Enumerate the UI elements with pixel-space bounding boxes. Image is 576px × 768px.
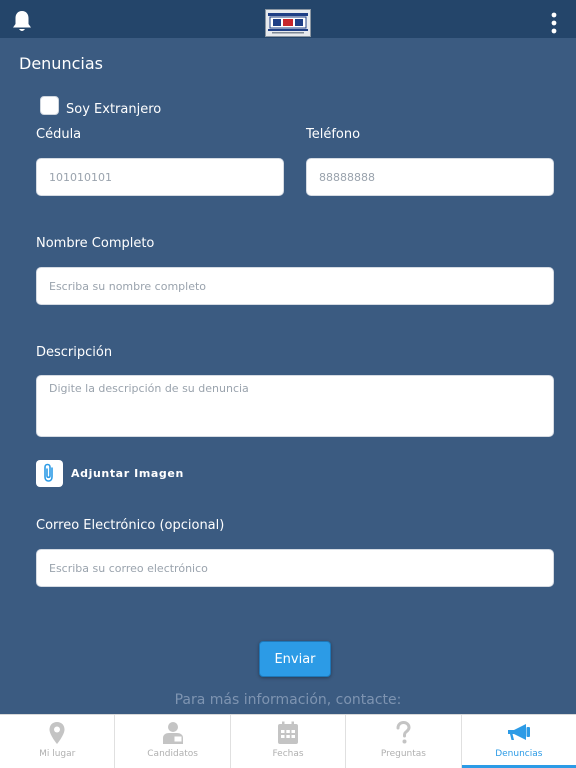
tab-label: Mi lugar [39,749,76,759]
page-title: Denuncias [19,54,103,73]
question-icon [396,721,411,744]
cedula-input[interactable] [36,158,284,196]
submit-button[interactable]: Enviar [259,641,331,677]
megaphone-icon [507,724,530,740]
paperclip-icon [44,463,53,482]
tab-label: Fechas [272,749,304,759]
calendar-icon [278,721,299,744]
attach-image-button[interactable] [36,460,63,487]
descripcion-label: Descripción [36,345,113,360]
cedula-label: Cédula [36,127,82,142]
tse-logo [265,9,311,37]
correo-label: Correo Electrónico (opcional) [36,518,225,533]
tab-label: Denuncias [495,749,543,759]
more-vertical-icon[interactable] [548,12,560,34]
tab-candidatos[interactable]: Candidatos [115,715,231,768]
tab-fechas[interactable]: Fechas [231,715,347,768]
attach-image-label[interactable]: Adjuntar Imagen [71,467,184,480]
tab-preguntas[interactable]: Preguntas [346,715,462,768]
top-bar [0,0,576,38]
bottom-tab-bar: Mi lugar Candidatos Fechas Preguntas Den… [0,714,576,768]
tab-denuncias[interactable]: Denuncias [461,715,576,768]
correo-input[interactable] [36,549,554,587]
tab-label: Preguntas [380,749,426,759]
telefono-input[interactable] [306,158,554,196]
telefono-label: Teléfono [306,127,361,142]
bell-icon[interactable] [11,9,33,33]
foreigner-checkbox-label: Soy Extranjero [66,102,162,117]
nombre-input[interactable] [36,267,554,305]
tab-mi-lugar[interactable]: Mi lugar [0,715,116,768]
nombre-label: Nombre Completo [36,236,155,251]
location-pin-icon [49,722,65,744]
tab-label: Candidatos [147,749,198,759]
descripcion-textarea[interactable] [36,375,554,437]
foreigner-checkbox[interactable] [40,96,59,115]
person-card-icon [162,722,183,744]
contact-info-text: Para más información, contacte: [174,692,402,708]
